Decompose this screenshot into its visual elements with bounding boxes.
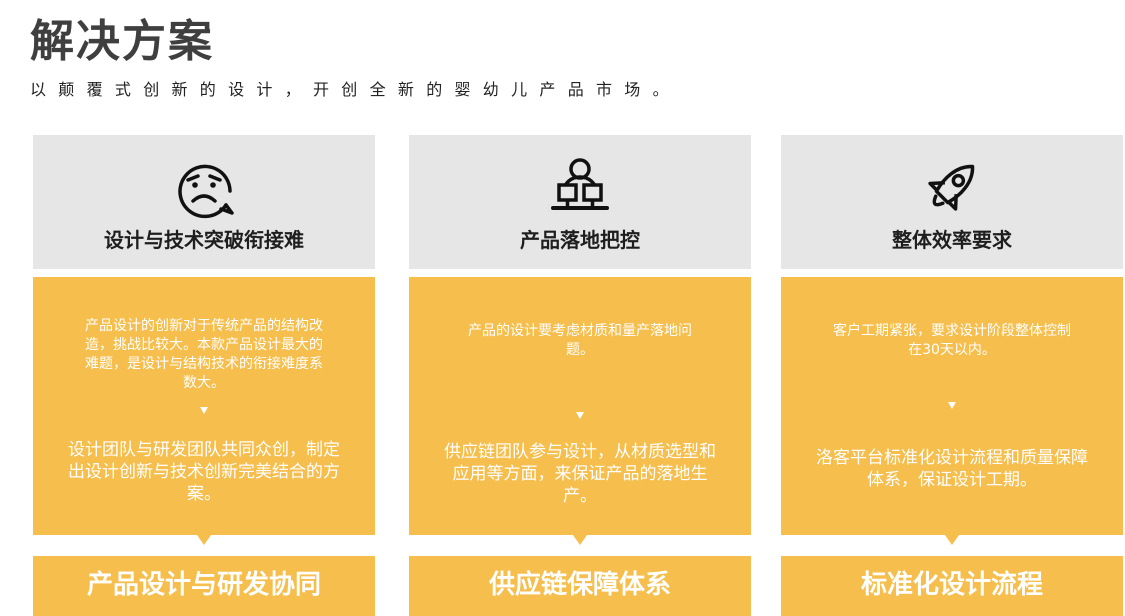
solution-description: 洛客平台标准化设计流程和质量保障体系，保证设计工期。 <box>816 448 1088 490</box>
column-body: 产品设计的创新对于传统产品的结构改造，挑战比较大。本款产品设计最大的难题，是设计… <box>33 277 375 545</box>
column-footer: 供应链保障体系 <box>409 556 751 616</box>
column-body: 客户工期紧张，要求设计阶段整体控制在30天以内。 洛客平台标准化设计流程和质量保… <box>781 277 1123 545</box>
column-body: 产品的设计要考虑材质和量产落地问题。 供应链团队参与设计，从材质选型和应用等方面… <box>409 277 751 545</box>
arrow-down-icon <box>200 407 208 414</box>
column-header: 设计与技术突破衔接难 <box>33 135 375 269</box>
problem-description: 产品的设计要考虑材质和量产落地问题。 <box>468 323 692 358</box>
page-subtitle: 以颠覆式创新的设计，开创全新的婴幼儿产品市场。 <box>30 80 681 99</box>
person-at-computer-icon <box>548 155 612 219</box>
sad-face-icon <box>172 155 236 219</box>
pointer-down-icon <box>945 535 959 545</box>
arrow-down-icon <box>576 412 584 419</box>
solution-description: 供应链团队参与设计，从材质选型和应用等方面，来保证产品的落地生产。 <box>444 442 716 506</box>
arrow-down-icon <box>948 402 956 409</box>
column-title: 设计与技术突破衔接难 <box>104 228 304 252</box>
column-footer: 产品设计与研发协同 <box>33 556 375 616</box>
column-title: 整体效率要求 <box>892 228 1012 252</box>
pointer-down-icon <box>573 535 587 545</box>
column-title: 产品落地把控 <box>520 228 640 252</box>
pointer-down-icon <box>197 535 211 545</box>
column-header: 产品落地把控 <box>409 135 751 269</box>
solution-description: 设计团队与研发团队共同众创，制定出设计创新与技术创新完美结合的方案。 <box>68 440 340 504</box>
column-footer: 标准化设计流程 <box>781 556 1123 616</box>
page-title: 解决方案 <box>30 16 214 67</box>
rocket-icon <box>920 155 984 219</box>
problem-description: 产品设计的创新对于传统产品的结构改造，挑战比较大。本款产品设计最大的难题，是设计… <box>85 318 323 391</box>
problem-description: 客户工期紧张，要求设计阶段整体控制在30天以内。 <box>833 323 1071 358</box>
column-header: 整体效率要求 <box>781 135 1123 269</box>
